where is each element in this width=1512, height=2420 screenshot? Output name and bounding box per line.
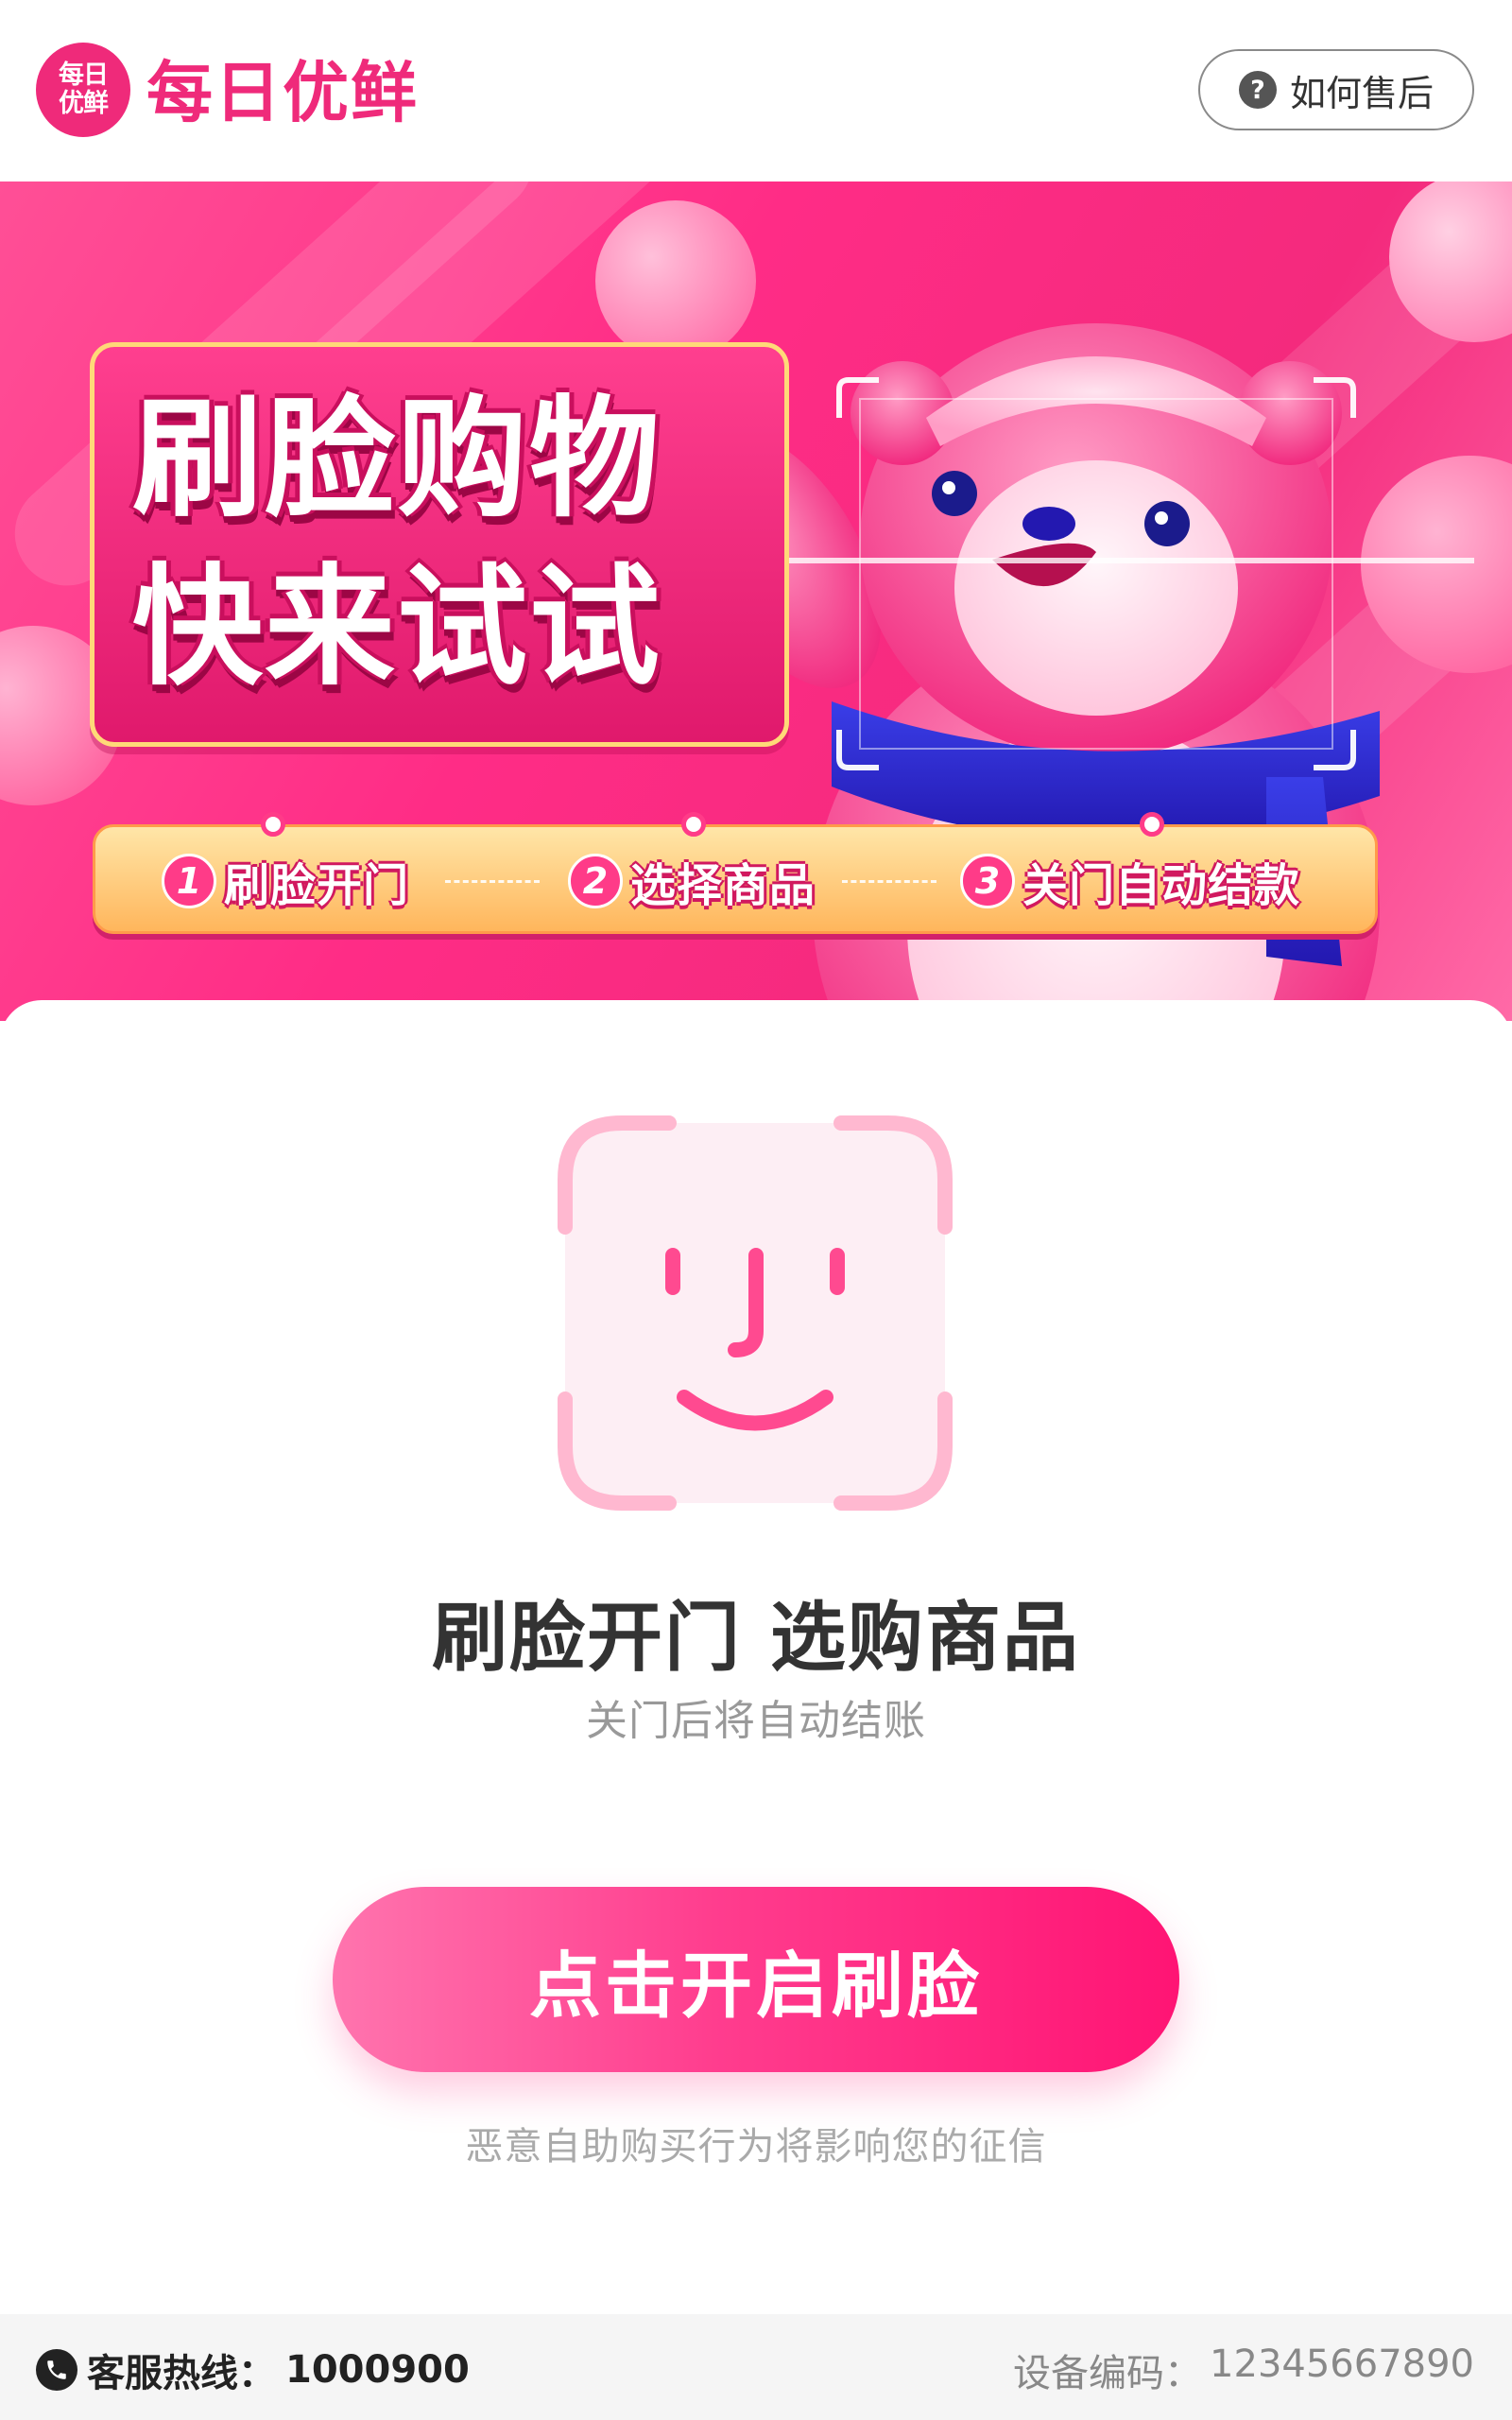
header: 每日 优鲜 每日优鲜 ? 如何售后 (0, 0, 1512, 182)
step-1: 1 刷脸开门 (162, 848, 409, 914)
phone-icon (36, 2349, 77, 2391)
step-dot (681, 812, 706, 837)
help-label: 如何售后 (1289, 72, 1434, 114)
face-scan-icon (558, 1115, 953, 1511)
step-3: 3 关门自动结款 (960, 848, 1300, 914)
step-dot (1140, 812, 1164, 837)
device-code-label: 设备编码： (1013, 2352, 1203, 2395)
step-dot (261, 812, 285, 837)
start-face-scan-button[interactable]: 点击开启刷脸 (333, 1887, 1179, 2072)
step-label: 关门自动结款 (1022, 859, 1301, 912)
brand-name: 每日优鲜 (146, 54, 419, 131)
footer: 客服热线： 1000900 设备编码： 12345667890 (0, 2314, 1512, 2420)
service-hotline[interactable]: 客服热线： 1000900 (36, 2342, 470, 2397)
hotline-number: 1000900 (285, 2348, 470, 2392)
logo-text-bottom: 优鲜 (59, 89, 109, 118)
question-circle-icon: ? (1238, 71, 1277, 109)
credit-warning-text: 恶意自助购买行为将影响您的征信 (465, 2125, 1047, 2169)
device-code-value: 12345667890 (1210, 2342, 1474, 2386)
after-sales-help-button[interactable]: ? 如何售后 (1198, 49, 1474, 130)
logo-text-top: 每日 (59, 60, 109, 90)
banner-title-line2: 快来试试 (132, 551, 662, 703)
step-label: 刷脸开门 (224, 859, 410, 912)
step-divider (445, 880, 540, 883)
hotline-label: 客服热线： (87, 2352, 276, 2395)
step-2: 2 选择商品 (568, 848, 816, 914)
step-number: 1 (162, 854, 216, 908)
brand-logo: 每日 优鲜 (36, 43, 130, 137)
steps-bar: 1 刷脸开门 2 选择商品 3 关门自动结款 (93, 812, 1378, 934)
step-number: 2 (568, 854, 623, 908)
banner-title-box: 刷脸购物 快来试试 (90, 342, 789, 747)
promo-banner: 刷脸购物 快来试试 1 刷脸开门 2 选择商品 3 关门自动结款 (0, 182, 1512, 1021)
step-number: 3 (960, 854, 1015, 908)
banner-title-line1: 刷脸购物 (132, 383, 662, 535)
step-label: 选择商品 (630, 859, 816, 912)
step-divider (842, 880, 936, 883)
main-title: 刷脸开门 选购商品 (432, 1594, 1080, 1682)
device-code: 设备编码： 12345667890 (1013, 2342, 1474, 2397)
sub-title: 关门后将自动结账 (586, 1697, 926, 1745)
face-pay-page: 每日 优鲜 每日优鲜 ? 如何售后 刷脸购物 快来试试 1 刷脸开门 2 选择商… (0, 0, 1512, 2420)
